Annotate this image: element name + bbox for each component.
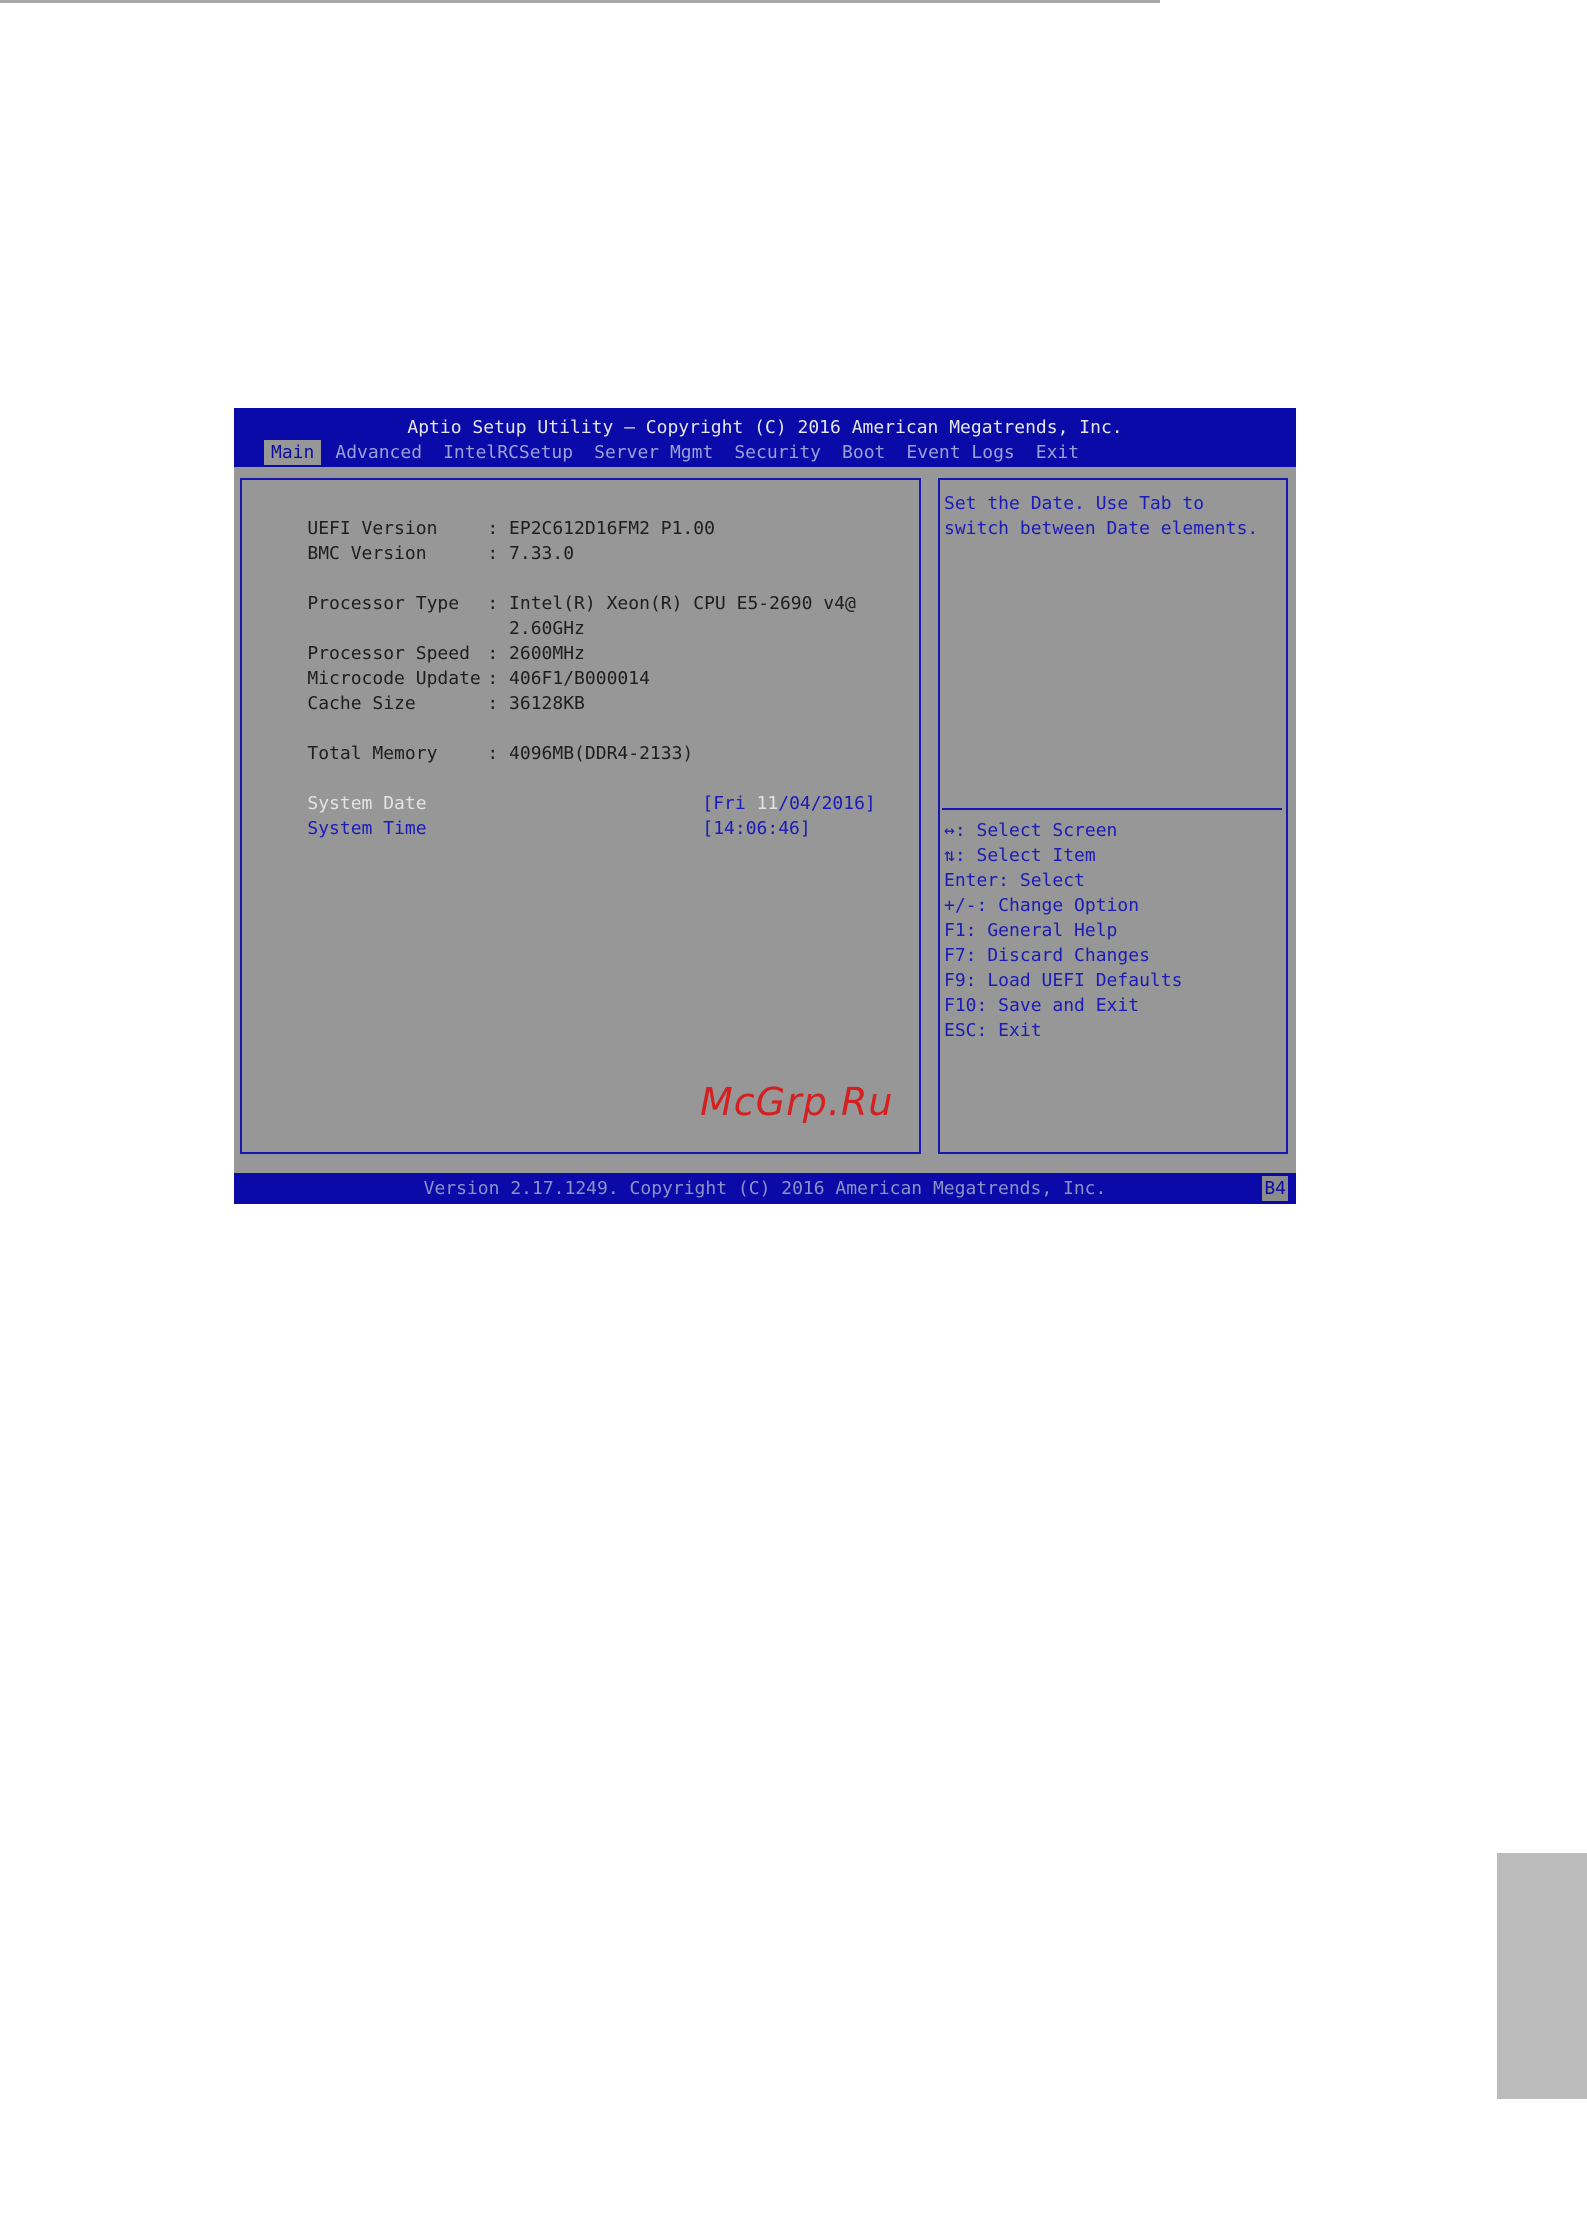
- page-side-tab: [1497, 1853, 1587, 2099]
- footer-version-text: Version 2.17.1249. Copyright (C) 2016 Am…: [423, 1178, 1107, 1199]
- tab-advanced[interactable]: Advanced: [328, 440, 429, 465]
- system-time-row[interactable]: System Time [14:06:46]: [264, 791, 810, 866]
- info-value: : 36128KB: [487, 693, 585, 714]
- help-divider: [942, 808, 1282, 810]
- bios-header: Aptio Setup Utility – Copyright (C) 2016…: [234, 408, 1296, 467]
- help-description-line: switch between Date elements.: [944, 518, 1259, 539]
- menu-bar: Main Advanced IntelRCSetup Server Mgmt S…: [264, 440, 1093, 465]
- help-key-select-screen: ↔: Select Screen: [944, 820, 1118, 841]
- tab-intelrcsetup[interactable]: IntelRCSetup: [436, 440, 580, 465]
- system-time-value[interactable]: [14:06:46]: [702, 818, 810, 839]
- help-key-change-option: +/-: Change Option: [944, 895, 1140, 916]
- tab-event-logs[interactable]: Event Logs: [899, 440, 1021, 465]
- help-panel: [938, 478, 1288, 1154]
- system-time-label[interactable]: System Time: [307, 816, 702, 841]
- tab-security[interactable]: Security: [727, 440, 828, 465]
- footer-badge: B4: [1262, 1176, 1288, 1201]
- info-value: : 4096MB(DDR4-2133): [487, 743, 694, 764]
- help-key-esc: ESC: Exit: [944, 1020, 1042, 1041]
- help-key-f7: F7: Discard Changes: [944, 945, 1150, 966]
- help-key-f10: F10: Save and Exit: [944, 995, 1140, 1016]
- tab-server-mgmt[interactable]: Server Mgmt: [587, 440, 720, 465]
- help-description-line: Set the Date. Use Tab to: [944, 493, 1205, 514]
- help-key-select-item: ⇅: Select Item: [944, 845, 1096, 866]
- tab-exit[interactable]: Exit: [1029, 440, 1086, 465]
- info-value: : 7.33.0: [487, 543, 575, 564]
- help-key-enter: Enter: Select: [944, 870, 1085, 891]
- info-label: Total Memory: [307, 743, 438, 764]
- watermark: McGrp.Ru: [700, 1080, 894, 1124]
- tab-boot[interactable]: Boot: [835, 440, 892, 465]
- info-label: Cache Size: [307, 693, 416, 714]
- help-key-f9: F9: Load UEFI Defaults: [944, 970, 1183, 991]
- bios-title: Aptio Setup Utility – Copyright (C) 2016…: [407, 417, 1123, 438]
- info-label: BMC Version: [307, 543, 427, 564]
- bios-footer: Version 2.17.1249. Copyright (C) 2016 Am…: [234, 1173, 1296, 1204]
- tab-main[interactable]: Main: [264, 440, 322, 465]
- page-top-rule: [0, 0, 1160, 3]
- help-key-f1: F1: General Help: [944, 920, 1118, 941]
